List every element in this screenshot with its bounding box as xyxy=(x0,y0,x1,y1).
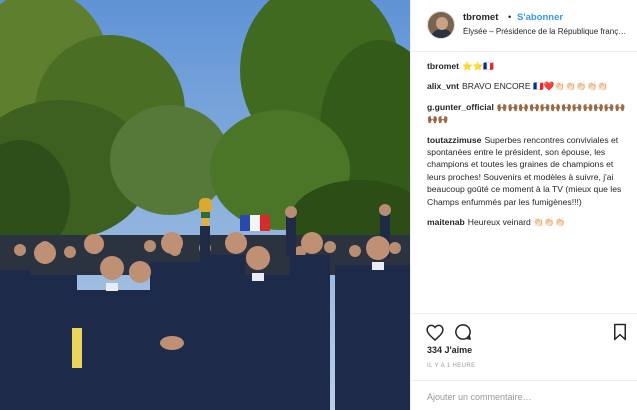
post-sidebar: tbromet • S'abonner Élysée – Présidence … xyxy=(410,0,637,410)
comment-text: BRAVO ENCORE 🇫🇷❤️👏🏻👏🏻👏🏻👏🏻👏🏻 xyxy=(462,81,608,92)
comment-item: maitenab Heureux veinard 👏🏻👏🏻👏🏻 xyxy=(427,216,627,228)
like-count[interactable]: 334 J'aime xyxy=(427,345,472,355)
comment-item: tbromet ⭐⭐🇫🇷 xyxy=(427,60,627,72)
avatar[interactable] xyxy=(427,11,455,39)
comment-item: alix_vnt BRAVO ENCORE 🇫🇷❤️👏🏻👏🏻👏🏻👏🏻👏🏻 xyxy=(427,80,627,92)
comment-username[interactable]: toutazzimuse xyxy=(427,135,481,145)
heart-icon[interactable] xyxy=(425,322,445,342)
comment-text: Superbes rencontres conviviales et spont… xyxy=(427,134,622,207)
post-photo[interactable] xyxy=(0,0,410,410)
header-username[interactable]: tbromet xyxy=(463,12,498,23)
comment-username[interactable]: g.gunter_official xyxy=(427,102,494,112)
post-actions: 334 J'aime IL Y A 1 HEURE xyxy=(411,313,637,410)
post-header: tbromet • S'abonner Élysée – Présidence … xyxy=(411,0,637,52)
avatar-face xyxy=(436,17,448,30)
comment-input[interactable] xyxy=(427,390,622,404)
post-timestamp: IL Y A 1 HEURE xyxy=(427,363,476,369)
comment-text: ⭐⭐🇫🇷 xyxy=(462,61,495,71)
bookmark-icon[interactable] xyxy=(610,322,630,342)
comment-item: g.gunter_official 🙌🏾🙌🏾🙌🏾🙌🏾🙌🏾🙌🏾🙌🏾🙌🏾🙌🏾🙌🏾🙌🏾🙌… xyxy=(427,101,627,126)
follow-button[interactable]: S'abonner xyxy=(517,12,563,23)
comment-username[interactable]: tbromet xyxy=(427,61,459,71)
location-link[interactable]: Élysée – Présidence de la République fra… xyxy=(463,27,627,36)
comment-username[interactable]: maitenab xyxy=(427,217,465,227)
photo-image xyxy=(0,0,410,410)
comment-username[interactable]: alix_vnt xyxy=(427,81,459,91)
comment-text: Heureux veinard 👏🏻👏🏻👏🏻 xyxy=(467,217,566,228)
comment-list: tbromet ⭐⭐🇫🇷 alix_vnt BRAVO ENCORE 🇫🇷❤️👏🏻👏… xyxy=(427,60,627,236)
header-separator: • xyxy=(508,12,512,23)
comment-item: toutazzimuse Superbes rencontres convivia… xyxy=(427,134,627,208)
comment-form xyxy=(411,380,637,410)
avatar-body xyxy=(431,29,453,38)
comment-bubble-icon[interactable] xyxy=(453,322,473,342)
